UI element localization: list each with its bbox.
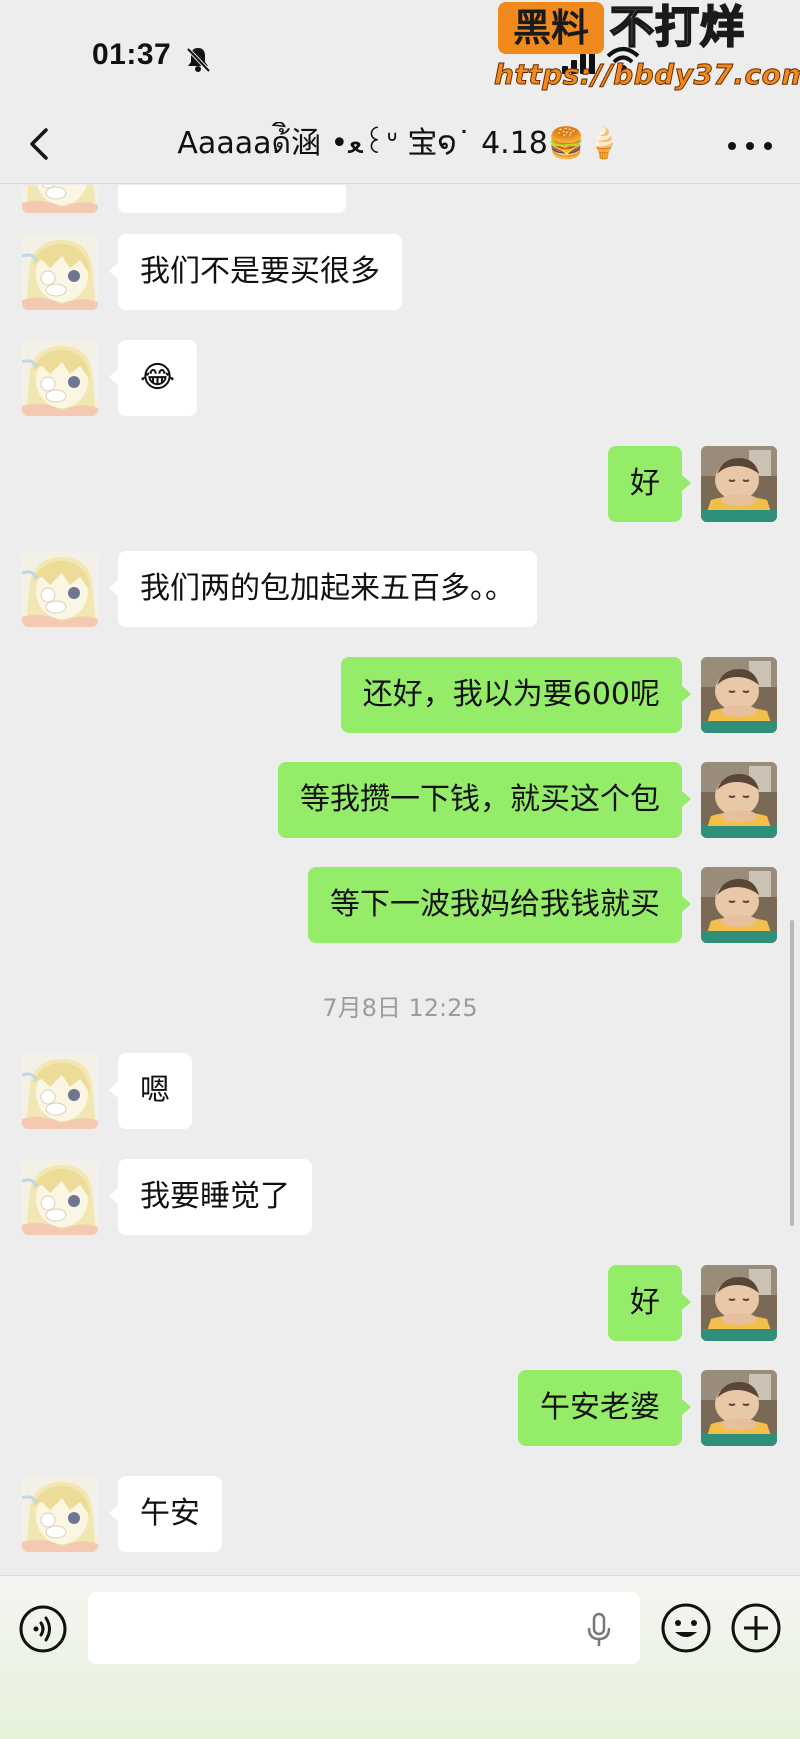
message-bubble-partial[interactable]: [118, 185, 346, 213]
my-avatar[interactable]: [701, 446, 777, 522]
my-avatar[interactable]: [701, 762, 777, 838]
message-bubble-emoji[interactable]: 😂: [108, 340, 198, 416]
contact-avatar[interactable]: [22, 1476, 98, 1552]
contact-avatar[interactable]: [22, 1159, 98, 1235]
message-input-bar: [0, 1575, 800, 1739]
message-bubble[interactable]: 我们不是要买很多: [109, 234, 402, 310]
my-avatar[interactable]: [701, 1370, 777, 1446]
chat-message-list[interactable]: 我们不是要买很多 😂 好 我们两的包加起来五百多。。 还好，我以为要600呢 等…: [0, 185, 800, 1575]
watermark-title: 不打烊: [609, 1, 745, 54]
my-avatar[interactable]: [701, 657, 777, 733]
message-bubble[interactable]: 我们两的包加起来五百多。。: [109, 551, 537, 627]
watermark-url: https://bbdy37.com: [493, 58, 800, 92]
microphone-icon[interactable]: [584, 1612, 614, 1648]
watermark-logo: 黑料 不打烊 https://bbdy37.com: [493, 0, 800, 100]
watermark-badge: 黑料: [498, 2, 604, 54]
contact-avatar[interactable]: [22, 340, 98, 416]
bell-muted-icon: [186, 47, 211, 73]
chat-title: Aaaaaด้ิ涵 •ﻌ꒰ᐡ 宝໑˙ 4.18🍔🍦: [177, 126, 623, 161]
status-time: 01:37: [92, 38, 172, 71]
scrollbar-thumb[interactable]: [790, 920, 794, 1226]
timestamp-divider: 7月8日 12:25: [322, 994, 478, 1022]
my-avatar[interactable]: [701, 867, 777, 943]
chat-header: Aaaaaด้ิ涵 •ﻌ꒰ᐡ 宝໑˙ 4.18🍔🍦: [0, 108, 800, 184]
more-dots-icon[interactable]: [724, 134, 776, 158]
message-bubble[interactable]: 我要睡觉了: [109, 1159, 312, 1235]
emoji-icon[interactable]: [660, 1602, 712, 1654]
message-bubble[interactable]: 等下一波我妈给我钱就买: [308, 867, 691, 943]
voice-mode-icon[interactable]: [18, 1604, 68, 1654]
contact-avatar[interactable]: [22, 185, 98, 213]
message-bubble[interactable]: 还好，我以为要600呢: [340, 657, 692, 733]
message-bubble[interactable]: 嗯: [109, 1053, 192, 1129]
message-bubble[interactable]: 午安老婆: [518, 1370, 691, 1446]
message-bubble[interactable]: 好: [608, 1265, 691, 1341]
message-input[interactable]: [88, 1592, 640, 1664]
message-bubble[interactable]: 等我攒一下钱，就买这个包: [278, 762, 691, 838]
contact-avatar[interactable]: [22, 1053, 98, 1129]
contact-avatar[interactable]: [22, 234, 98, 310]
contact-avatar[interactable]: [22, 551, 98, 627]
message-bubble[interactable]: 好: [608, 446, 691, 522]
message-bubble[interactable]: 午安: [109, 1476, 222, 1552]
my-avatar[interactable]: [701, 1265, 777, 1341]
plus-icon[interactable]: [730, 1602, 782, 1654]
chevron-left-icon[interactable]: [24, 124, 56, 164]
